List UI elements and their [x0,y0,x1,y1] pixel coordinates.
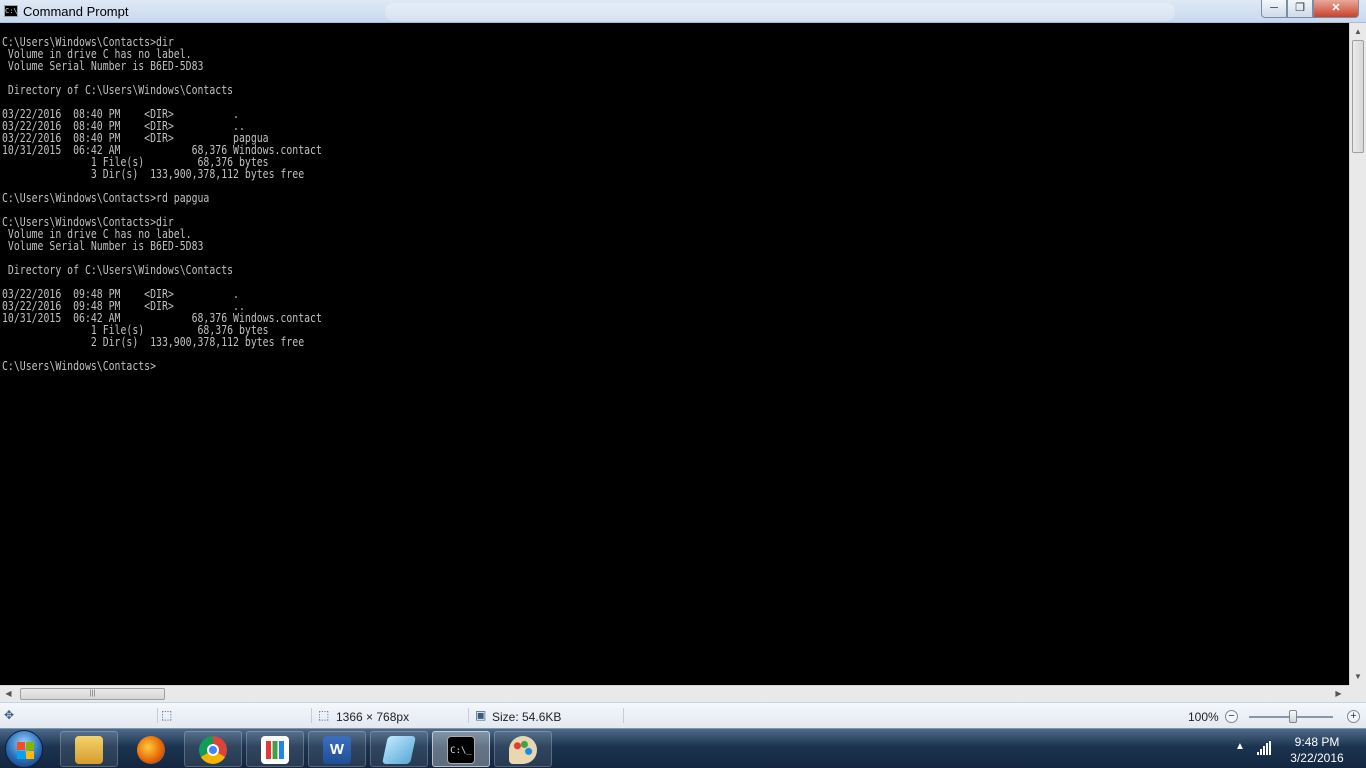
windows-logo-icon [26,742,34,750]
background-title-overlay [385,3,1175,21]
taskbar-item-file-explorer[interactable] [60,731,118,767]
close-button[interactable]: ✕ [1313,0,1359,18]
taskbar-item-word[interactable]: W [308,731,366,767]
image-dimensions-icon: ⬚ [318,708,330,722]
network-signal-icon[interactable] [1257,741,1273,755]
taskbar-item-command-prompt[interactable]: C:\_ [432,731,490,767]
console-output[interactable]: C:\Users\Windows\Contacts>dir Volume in … [0,23,1349,685]
status-separator [157,708,158,723]
console-line: C:\Users\Windows\Contacts>dir [2,215,174,229]
console-line: Directory of C:\Users\Windows\Contacts [2,263,234,277]
clock-time: 9:48 PM [1294,735,1340,749]
taskbar-item-apps[interactable] [246,731,304,767]
vertical-scrollbar[interactable]: ▲ ▼ [1349,23,1366,685]
clock-date: 3/22/2016 [1290,751,1344,765]
status-separator [623,708,624,723]
horizontal-scrollbar[interactable]: ◀ ||| ▶ [0,685,1349,702]
minimize-button[interactable]: ─ [1261,0,1287,18]
word-icon: W [323,736,351,764]
scroll-right-arrow-icon[interactable]: ▶ [1330,686,1347,702]
taskbar-item-notepad[interactable] [370,731,428,767]
scroll-left-arrow-icon[interactable]: ◀ [0,686,17,702]
zoom-out-button[interactable]: − [1225,710,1238,723]
console-lines: C:\Users\Windows\Contacts>dir Volume in … [0,23,1349,372]
image-dimensions: 1366 × 768px [336,710,410,724]
status-separator [468,708,469,723]
console-line: C:\Users\Windows\Contacts> [2,359,157,373]
title-bar[interactable]: C:\_ Command Prompt ─ ❐ ✕ [0,0,1366,23]
zoom-level: 100% [1188,710,1219,724]
console-line: Directory of C:\Users\Windows\Contacts [2,83,234,97]
console-line: 3 Dir(s) 133,900,378,112 bytes free [2,167,305,181]
console-line: Volume Serial Number is B6ED-5D83 [2,59,204,73]
scroll-up-arrow-icon[interactable]: ▲ [1350,23,1366,40]
clock[interactable]: 9:48 PM 3/22/2016 [1280,734,1354,766]
notepad-icon [382,736,416,764]
selection-icon[interactable]: ⬚ [161,708,172,722]
scrollbar-corner [1349,685,1366,702]
windows-logo-icon [17,751,25,759]
status-bar: ✥ ⬚ ⬚ 1366 × 768px ▣ Size: 54.6KB 100% −… [0,702,1366,728]
move-cursor-icon[interactable]: ✥ [4,708,14,722]
taskbar-item-firefox[interactable] [122,731,180,767]
start-button[interactable] [5,730,43,768]
zoom-in-button[interactable]: + [1347,710,1360,723]
console-line: Volume Serial Number is B6ED-5D83 [2,239,204,253]
firefox-icon [137,736,165,764]
paint-icon [509,736,537,764]
apps-grid-icon [261,736,289,764]
scroll-down-arrow-icon[interactable]: ▼ [1350,668,1366,685]
windows-logo-icon [26,751,34,759]
window-title: Command Prompt [23,4,129,19]
taskbar-item-chrome[interactable] [184,731,242,767]
command-prompt-icon: C:\_ [447,736,475,764]
status-separator [311,708,312,723]
show-hidden-icons-chevron-icon[interactable]: ▲ [1235,741,1245,752]
maximize-button[interactable]: ❐ [1287,0,1313,18]
console-line: 2 Dir(s) 133,900,378,112 bytes free [2,335,305,349]
taskbar: W C:\_ ▲ 9:48 PM 3/22/2016 [0,728,1366,768]
zoom-slider-thumb[interactable] [1289,710,1297,723]
file-size: Size: 54.6KB [492,710,562,724]
windows-logo-icon [17,742,25,750]
chrome-icon [199,736,227,764]
command-prompt-icon[interactable]: C:\_ [4,5,22,17]
disk-icon: ▣ [475,708,487,722]
taskbar-item-paint[interactable] [494,731,552,767]
file-explorer-icon [75,736,103,764]
console-line: C:\Users\Windows\Contacts>rd papgua [2,191,210,205]
horizontal-scroll-thumb[interactable]: ||| [20,688,165,700]
console-line: C:\Users\Windows\Contacts>dir [2,35,174,49]
vertical-scroll-thumb[interactable] [1352,40,1364,153]
